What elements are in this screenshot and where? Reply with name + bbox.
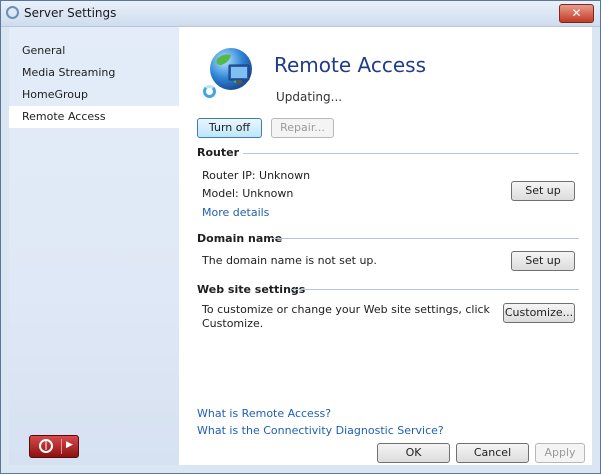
website-text-line2: Customize. [202,317,264,330]
power-button[interactable]: | ▶ [29,435,79,458]
domain-status-text: The domain name is not set up. [202,254,377,267]
customize-button[interactable]: Customize... [503,303,575,323]
loading-spinner [203,85,216,98]
title-bar[interactable]: Server Settings ✕ [1,1,600,27]
website-divider [292,289,579,290]
what-is-remote-access-link[interactable]: What is Remote Access? [197,407,331,420]
sidebar: General Media Streaming HomeGroup Remote… [9,27,179,465]
repair-button[interactable]: Repair... [271,118,334,138]
cancel-button[interactable]: Cancel [456,443,529,463]
main-panel: Remote Access Updating... Turn off Repai… [179,27,592,465]
domain-setup-button[interactable]: Set up [511,251,575,271]
router-heading: Router [197,146,240,159]
domain-divider [272,238,579,239]
turn-off-button[interactable]: Turn off [197,118,262,138]
router-setup-button[interactable]: Set up [511,181,575,201]
apply-button[interactable]: Apply [535,443,585,463]
router-model: Model: Unknown [202,187,294,200]
status-text: Updating... [276,90,343,104]
router-divider [243,153,579,154]
sidebar-item-homegroup[interactable]: HomeGroup [9,84,179,106]
content-area: General Media Streaming HomeGroup Remote… [9,27,592,465]
more-details-link[interactable]: More details [202,206,269,219]
app-icon [6,6,19,19]
power-button-divider [61,439,62,454]
page-title: Remote Access [274,53,426,77]
window-title: Server Settings [24,6,117,20]
domain-heading: Domain name [197,232,283,245]
power-icon: | [39,439,53,453]
website-text-line1: To customize or change your Web site set… [202,303,490,316]
sidebar-item-general[interactable]: General [9,40,179,62]
close-button[interactable]: ✕ [559,4,594,23]
sidebar-item-media-streaming[interactable]: Media Streaming [9,62,179,84]
chevron-right-icon: ▶ [66,440,73,450]
website-heading: Web site settings [197,283,306,296]
router-ip: Router IP: Unknown [202,169,311,182]
ok-button[interactable]: OK [377,443,450,463]
connectivity-diagnostic-link[interactable]: What is the Connectivity Diagnostic Serv… [197,424,444,437]
server-settings-window: Server Settings ✕ General Media Streamin… [0,0,601,474]
sidebar-item-remote-access[interactable]: Remote Access [9,106,179,128]
